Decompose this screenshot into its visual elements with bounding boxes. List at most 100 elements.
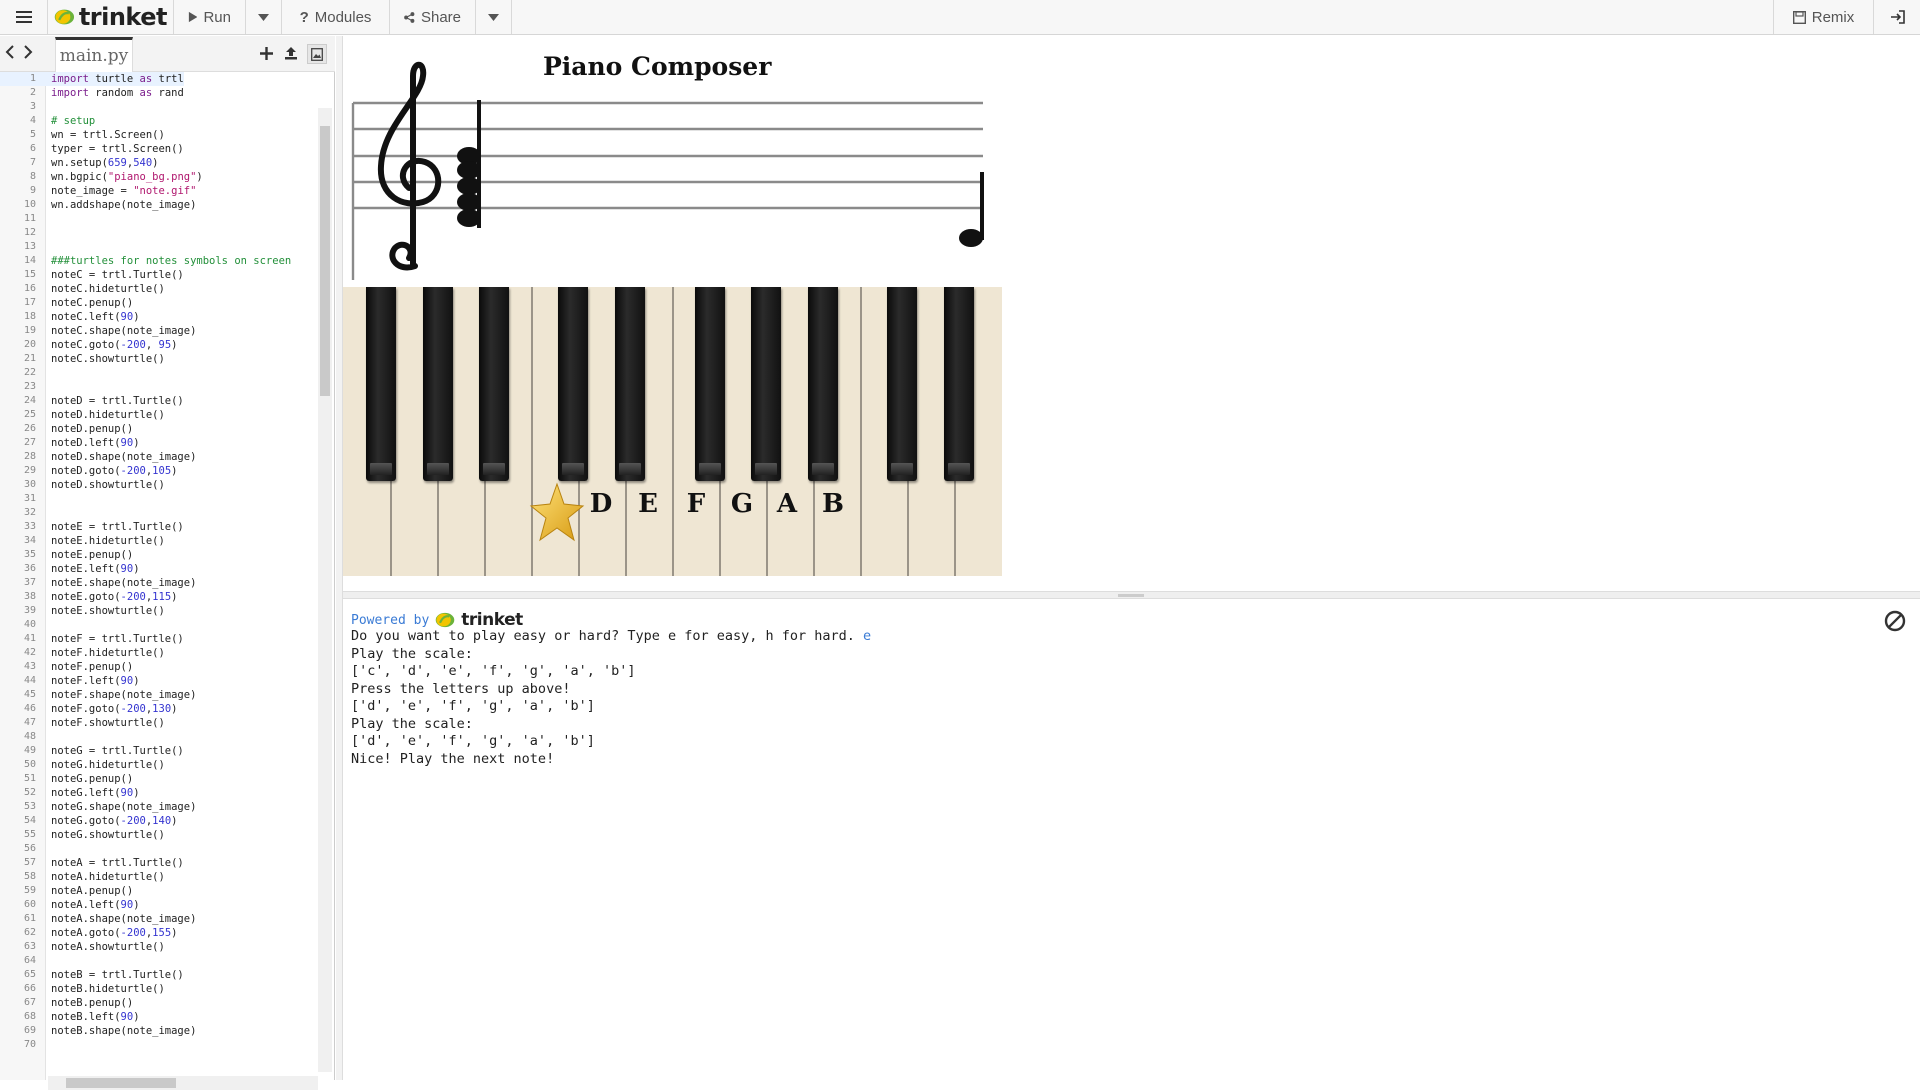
- console-resize-handle[interactable]: [343, 591, 1920, 599]
- code-line[interactable]: 13: [0, 240, 320, 254]
- code-line[interactable]: 14 ###turtles for notes symbols on screen: [0, 254, 320, 268]
- code-line[interactable]: 8 wn.bgpic("piano_bg.png"): [0, 170, 320, 184]
- code-line[interactable]: 66 noteB.hideturtle(): [0, 982, 320, 996]
- black-key[interactable]: [808, 287, 838, 481]
- code-line[interactable]: 60 noteA.left(90): [0, 898, 320, 912]
- resize-grip[interactable]: [1118, 594, 1144, 597]
- code-line[interactable]: 6 typer = trtl.Screen(): [0, 142, 320, 156]
- code-line[interactable]: 22: [0, 366, 320, 380]
- code-line[interactable]: 40: [0, 618, 320, 632]
- code-line[interactable]: 1 import turtle as trtl: [0, 72, 320, 86]
- code-line[interactable]: 50 noteG.hideturtle(): [0, 758, 320, 772]
- code-lines[interactable]: 1 import turtle as trtl 2 import random as …: [0, 72, 320, 1052]
- run-button[interactable]: Run: [174, 0, 246, 34]
- menu-button[interactable]: [0, 0, 48, 34]
- code-line[interactable]: 37 noteE.shape(note_image): [0, 576, 320, 590]
- code-line[interactable]: 38 noteE.goto(-200,115): [0, 590, 320, 604]
- code-line[interactable]: 4 # setup: [0, 114, 320, 128]
- code-line[interactable]: 24 noteD = trtl.Turtle(): [0, 394, 320, 408]
- code-line[interactable]: 56: [0, 842, 320, 856]
- remix-button[interactable]: Remix: [1774, 0, 1874, 34]
- black-key[interactable]: [479, 287, 509, 481]
- code-line[interactable]: 54 noteG.goto(-200,140): [0, 814, 320, 828]
- code-line[interactable]: 67 noteB.penup(): [0, 996, 320, 1010]
- code-line[interactable]: 52 noteG.left(90): [0, 786, 320, 800]
- code-area[interactable]: 1 import turtle as trtl 2 import random as …: [0, 72, 335, 1080]
- code-line[interactable]: 43 noteF.penup(): [0, 660, 320, 674]
- code-line[interactable]: 64: [0, 954, 320, 968]
- code-line[interactable]: 68 noteB.left(90): [0, 1010, 320, 1024]
- piano-keyboard[interactable]: [343, 287, 1002, 576]
- code-line[interactable]: 61 noteA.shape(note_image): [0, 912, 320, 926]
- code-line[interactable]: 58 noteA.hideturtle(): [0, 870, 320, 884]
- code-line[interactable]: 3: [0, 100, 320, 114]
- code-line[interactable]: 34 noteE.hideturtle(): [0, 534, 320, 548]
- powered-by-trinket[interactable]: Powered by trinket: [351, 610, 523, 630]
- code-line[interactable]: 11: [0, 212, 320, 226]
- code-line[interactable]: 18 noteC.left(90): [0, 310, 320, 324]
- code-line[interactable]: 41 noteF = trtl.Turtle(): [0, 632, 320, 646]
- editor-resize-handle[interactable]: [336, 36, 343, 1080]
- code-line[interactable]: 53 noteG.shape(note_image): [0, 800, 320, 814]
- share-button[interactable]: Share: [390, 0, 476, 34]
- console-panel[interactable]: Powered by trinket Do you want to play e…: [343, 600, 1920, 1080]
- black-key[interactable]: [887, 287, 917, 481]
- editor-vertical-scrollbar[interactable]: [318, 108, 332, 1072]
- collapse-left-icon[interactable]: [4, 44, 16, 60]
- code-line[interactable]: 42 noteF.hideturtle(): [0, 646, 320, 660]
- code-line[interactable]: 51 noteG.penup(): [0, 772, 320, 786]
- code-line[interactable]: 70: [0, 1038, 320, 1052]
- share-options-dropdown[interactable]: [476, 0, 512, 34]
- code-line[interactable]: 55 noteG.showturtle(): [0, 828, 320, 842]
- editor-horizontal-scrollbar[interactable]: [48, 1076, 318, 1090]
- code-line[interactable]: 57 noteA = trtl.Turtle(): [0, 856, 320, 870]
- code-line[interactable]: 48: [0, 730, 320, 744]
- code-line[interactable]: 33 noteE = trtl.Turtle(): [0, 520, 320, 534]
- code-line[interactable]: 65 noteB = trtl.Turtle(): [0, 968, 320, 982]
- code-line[interactable]: 35 noteE.penup(): [0, 548, 320, 562]
- black-key[interactable]: [366, 287, 396, 481]
- code-line[interactable]: 25 noteD.hideturtle(): [0, 408, 320, 422]
- login-button[interactable]: [1874, 0, 1920, 34]
- black-key[interactable]: [944, 287, 974, 481]
- code-line[interactable]: 29 noteD.goto(-200,105): [0, 464, 320, 478]
- black-key[interactable]: [423, 287, 453, 481]
- add-file-button[interactable]: [257, 44, 275, 62]
- code-line[interactable]: 47 noteF.showturtle(): [0, 716, 320, 730]
- tab-main-py[interactable]: main.py: [55, 37, 133, 72]
- code-line[interactable]: 49 noteG = trtl.Turtle(): [0, 744, 320, 758]
- modules-button[interactable]: ? Modules: [282, 0, 390, 34]
- turtle-canvas[interactable]: Piano Composer D E F G A B: [343, 36, 1002, 576]
- code-line[interactable]: 46 noteF.goto(-200,130): [0, 702, 320, 716]
- code-line[interactable]: 31: [0, 492, 320, 506]
- code-line[interactable]: 39 noteE.showturtle(): [0, 604, 320, 618]
- code-line[interactable]: 23: [0, 380, 320, 394]
- code-line[interactable]: 2 import random as rand: [0, 86, 320, 100]
- black-key[interactable]: [615, 287, 645, 481]
- clear-console-button[interactable]: [1884, 610, 1906, 632]
- code-line[interactable]: 27 noteD.left(90): [0, 436, 320, 450]
- code-line[interactable]: 9 note_image = "note.gif": [0, 184, 320, 198]
- code-line[interactable]: 21 noteC.showturtle(): [0, 352, 320, 366]
- code-line[interactable]: 20 noteC.goto(-200, 95): [0, 338, 320, 352]
- code-line[interactable]: 63 noteA.showturtle(): [0, 940, 320, 954]
- code-line[interactable]: 36 noteE.left(90): [0, 562, 320, 576]
- code-line[interactable]: 10 wn.addshape(note_image): [0, 198, 320, 212]
- run-options-dropdown[interactable]: [246, 0, 282, 34]
- code-line[interactable]: 12: [0, 226, 320, 240]
- vertical-scroll-thumb[interactable]: [320, 126, 330, 396]
- code-line[interactable]: 26 noteD.penup(): [0, 422, 320, 436]
- code-line[interactable]: 45 noteF.shape(note_image): [0, 688, 320, 702]
- code-line[interactable]: 59 noteA.penup(): [0, 884, 320, 898]
- code-line[interactable]: 28 noteD.shape(note_image): [0, 450, 320, 464]
- black-key[interactable]: [695, 287, 725, 481]
- code-line[interactable]: 19 noteC.shape(note_image): [0, 324, 320, 338]
- code-line[interactable]: 32: [0, 506, 320, 520]
- image-library-button[interactable]: [307, 44, 327, 64]
- code-line[interactable]: 15 noteC = trtl.Turtle(): [0, 268, 320, 282]
- code-line[interactable]: 44 noteF.left(90): [0, 674, 320, 688]
- upload-file-button[interactable]: [282, 44, 300, 62]
- code-line[interactable]: 17 noteC.penup(): [0, 296, 320, 310]
- black-key[interactable]: [558, 287, 588, 481]
- code-line[interactable]: 69 noteB.shape(note_image): [0, 1024, 320, 1038]
